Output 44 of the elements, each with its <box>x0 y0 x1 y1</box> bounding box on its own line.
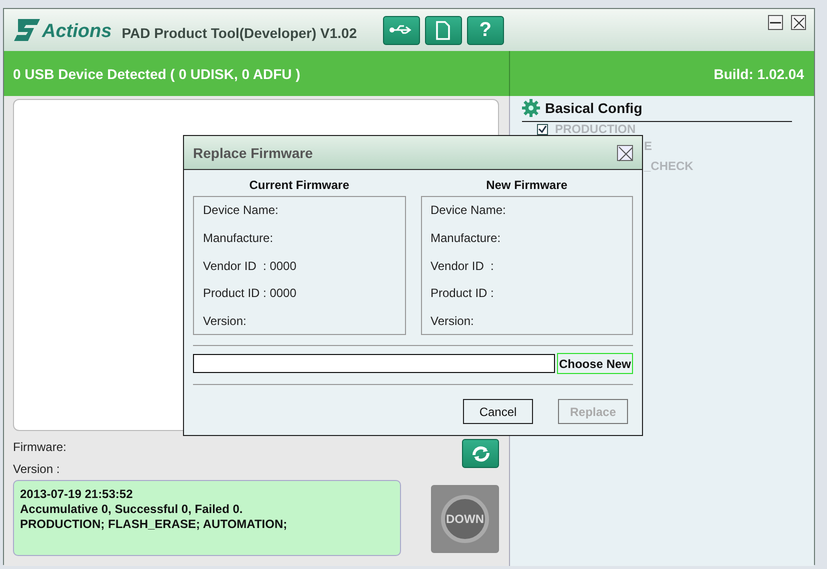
checkbox-label: PRODUCTION <box>555 123 636 136</box>
checkbox-label: E <box>644 139 652 153</box>
close-button[interactable] <box>617 144 633 160</box>
log-line: PRODUCTION; FLASH_ERASE; AUTOMATION; <box>20 517 288 532</box>
close-button[interactable] <box>791 15 806 30</box>
version-label: Version : <box>13 462 61 476</box>
help-button[interactable]: ? <box>466 16 504 44</box>
logo-text: Actions <box>42 21 112 43</box>
usb-icon <box>389 24 414 36</box>
log-line: Accumulative 0, Successful 0, Failed 0. <box>20 502 244 517</box>
dialog-button[interactable]: Cancel <box>463 399 533 424</box>
file-path-field[interactable] <box>193 354 555 373</box>
field-label: Version: <box>203 314 248 328</box>
log-line: 2013-07-19 21:53:52 <box>20 487 134 502</box>
minimize-icon <box>770 22 781 24</box>
choose-new-button[interactable]: Choose New <box>556 353 633 374</box>
field-label: Vendor ID : <box>430 258 495 272</box>
refresh-button[interactable] <box>462 439 499 468</box>
field-label: Manufacture: <box>203 230 274 245</box>
dialog-title: Replace Firmware <box>193 144 313 160</box>
close-icon <box>618 146 632 162</box>
document-button[interactable] <box>424 16 462 44</box>
field-label: Device Name: <box>430 203 507 217</box>
logo-icon <box>12 17 42 43</box>
device-status: 0 USB Device Detected ( 0 UDISK, 0 ADFU ) <box>13 66 300 82</box>
column-heading: Current Firmware <box>248 178 350 194</box>
close-icon <box>792 16 804 28</box>
usb-button[interactable] <box>382 16 420 44</box>
field-label: Vendor ID : 0000 <box>203 258 298 272</box>
field-label: Device Name: <box>203 203 280 217</box>
refresh-icon <box>470 444 490 462</box>
build-version: Build: 1.02.04 <box>714 66 804 82</box>
document-icon <box>436 20 450 40</box>
firmware-label: Firmware: <box>13 440 66 454</box>
minimize-button[interactable] <box>768 15 783 30</box>
section-title: Basical Config <box>545 100 642 116</box>
field-label: Product ID : 0000 <box>203 286 298 300</box>
checkbox-label: _CHECK <box>644 159 694 173</box>
field-label: Product ID : <box>430 286 495 300</box>
gear-icon <box>522 99 540 117</box>
field-label: Version: <box>430 314 475 328</box>
window-title: PAD Product Tool(Developer) V1.02 <box>122 25 357 41</box>
column-heading: New Firmware <box>485 178 568 194</box>
field-label: Manufacture: <box>430 230 502 245</box>
